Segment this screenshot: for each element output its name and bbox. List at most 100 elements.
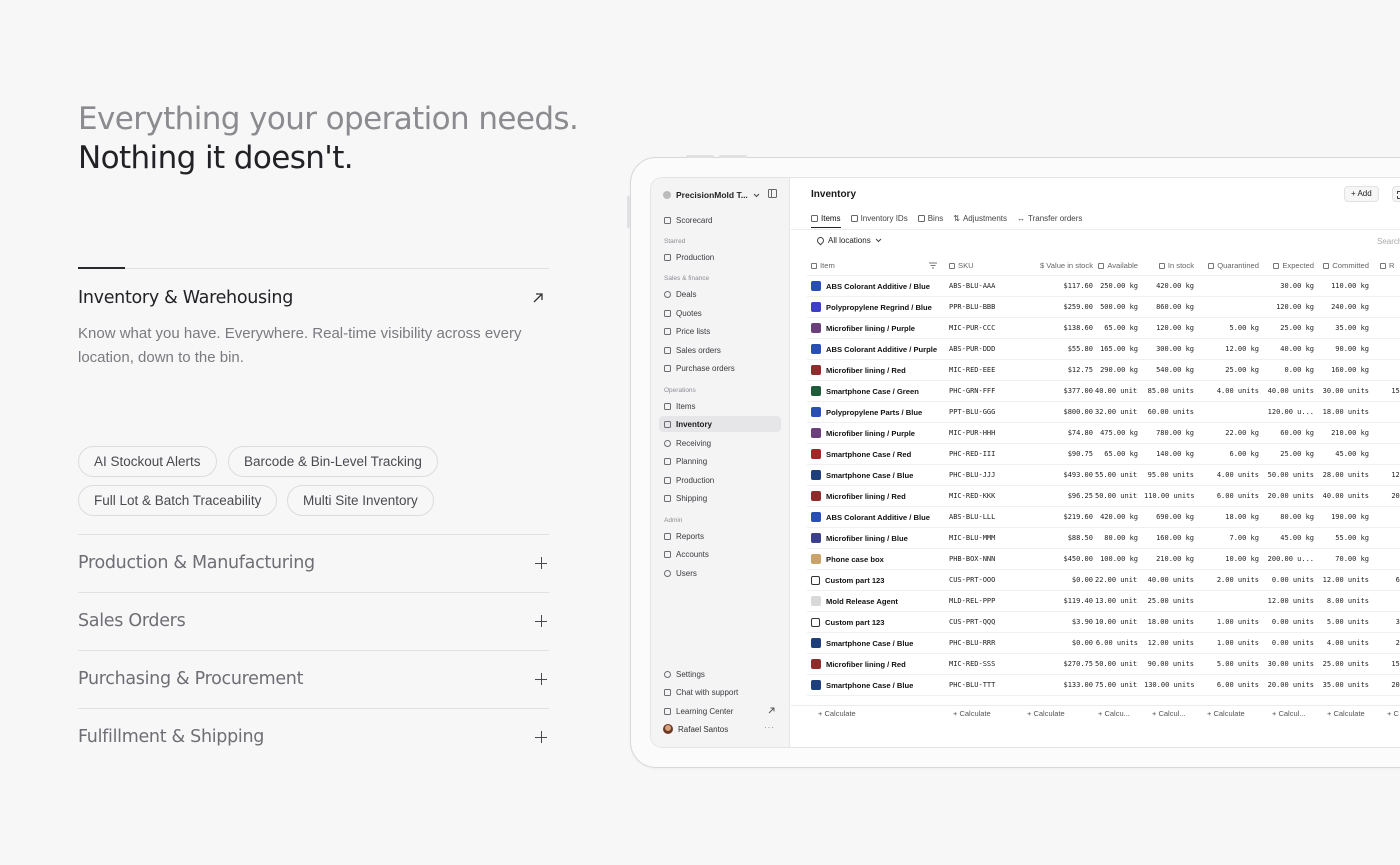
sidebar-item-learning-center[interactable]: Learning Center <box>659 703 781 719</box>
sidebar-item-quotes[interactable]: Quotes <box>659 305 781 321</box>
cell-item[interactable]: Smartphone Case / Blue <box>811 675 943 696</box>
calculate-button[interactable]: + Calcul... <box>1272 709 1306 718</box>
cell-item[interactable]: Smartphone Case / Blue <box>811 633 943 654</box>
table-row[interactable]: Smartphone Case / Blue PHC-BLU-JJJ $493.00… <box>807 465 1400 486</box>
scan-icon[interactable] <box>1392 186 1400 202</box>
sidebar-item-scorecard[interactable]: Scorecard <box>659 212 781 228</box>
table-row[interactable]: Microfiber lining / Red MIC-RED-KKK $96.25… <box>807 486 1400 507</box>
tab-inventory-ids[interactable]: Inventory IDs <box>850 209 908 227</box>
add-button[interactable]: + Add <box>1344 186 1379 202</box>
table-row[interactable]: Smartphone Case / Blue PHC-BLU-RRR $0.00 6.… <box>807 633 1400 654</box>
accordion-item-production[interactable]: Production & Manufacturing <box>78 534 549 592</box>
table-row[interactable]: Mold Release Agent MLD-REL-PPP $119.40 13.0… <box>807 591 1400 612</box>
cell-item[interactable]: Smartphone Case / Red <box>811 444 943 465</box>
sidebar-item-production[interactable]: Production <box>659 472 781 488</box>
sidebar-item-inventory[interactable]: Inventory <box>659 416 781 432</box>
sidebar-item-items[interactable]: Items <box>659 398 781 414</box>
tab-bins[interactable]: Bins <box>917 209 943 227</box>
cell-item[interactable]: ABS Colorant Additive / Purple <box>811 339 943 360</box>
user-menu[interactable]: Rafael Santos ··· <box>659 721 781 737</box>
arrow-up-right-icon[interactable] <box>531 291 545 305</box>
cell-item[interactable]: Custom part 123 <box>811 570 943 591</box>
cell-item[interactable]: Microfiber lining / Red <box>811 486 943 507</box>
table-row[interactable]: Microfiber lining / Blue MIC-BLU-MMM $88.5… <box>807 528 1400 549</box>
table-row[interactable]: Custom part 123 CUS-PRT-QQQ $3.90 10.00 uni… <box>807 612 1400 633</box>
plus-icon[interactable] <box>535 557 547 569</box>
column-header-sku[interactable]: SKU <box>949 255 1019 276</box>
table-row[interactable]: Custom part 123 CUS-PRT-OOO $0.00 22.00 uni… <box>807 570 1400 591</box>
sidebar-item-reports[interactable]: Reports <box>659 528 781 544</box>
sidebar-item-receiving[interactable]: Receiving <box>659 435 781 451</box>
table-row[interactable]: Polypropylene Parts / Blue PPT-BLU-GGG $80… <box>807 402 1400 423</box>
cell-item[interactable]: Microfiber lining / Purple <box>811 423 943 444</box>
cell-item[interactable]: ABS Colorant Additive / Blue <box>811 276 943 297</box>
plus-icon[interactable] <box>535 615 547 627</box>
table-row[interactable]: Smartphone Case / Green PHC-GRN-FFF $377.0… <box>807 381 1400 402</box>
column-header-value[interactable]: $ Value in stock <box>1013 255 1093 276</box>
cell-item[interactable]: Phone case box <box>811 549 943 570</box>
cell-item[interactable]: Microfiber lining / Red <box>811 654 943 675</box>
calculate-button[interactable]: + Calculate <box>1207 709 1245 718</box>
cell-item[interactable]: Polypropylene Regrind / Blue <box>811 297 943 318</box>
sidebar-item-shipping[interactable]: Shipping <box>659 490 781 506</box>
table-row[interactable]: Microfiber lining / Purple MIC-PUR-CCC $13… <box>807 318 1400 339</box>
tag-barcode-bin-tracking[interactable]: Barcode & Bin-Level Tracking <box>228 446 438 477</box>
table-row[interactable]: Smartphone Case / Red PHC-RED-III $90.75 65… <box>807 444 1400 465</box>
cell-item[interactable]: Smartphone Case / Green <box>811 381 943 402</box>
calculate-button[interactable]: + Calcul... <box>1152 709 1186 718</box>
workspace-switcher[interactable]: PrecisionMold T... <box>663 188 760 202</box>
tab-adjustments[interactable]: ⇅ Adjustments <box>953 209 1007 227</box>
calculate-button[interactable]: + Calculate <box>818 709 856 718</box>
plus-icon[interactable] <box>535 673 547 685</box>
sidebar-item-purchase-orders[interactable]: Purchase orders <box>659 360 781 376</box>
sort-icon[interactable] <box>929 262 937 269</box>
search-input[interactable]: Search <box>1377 237 1400 246</box>
calculate-button[interactable]: + Calculate <box>1327 709 1365 718</box>
column-header-r[interactable]: R <box>1380 255 1400 276</box>
column-header-item[interactable]: Item <box>811 255 943 276</box>
accordion-item-sales-orders[interactable]: Sales Orders <box>78 592 549 650</box>
cell-item[interactable]: Mold Release Agent <box>811 591 943 612</box>
calculate-button[interactable]: + Calculate <box>953 709 991 718</box>
table-row[interactable]: ABS Colorant Additive / Blue ABS-BLU-AAA $… <box>807 276 1400 297</box>
accordion-item-inventory[interactable]: Inventory & Warehousing Know what you ha… <box>78 267 549 534</box>
sidebar-item-planning[interactable]: Planning <box>659 453 781 469</box>
cell-item[interactable]: Custom part 123 <box>811 612 943 633</box>
accordion-item-purchasing[interactable]: Purchasing & Procurement <box>78 650 549 708</box>
tag-multi-site-inventory[interactable]: Multi Site Inventory <box>287 485 434 516</box>
calculate-button[interactable]: + C <box>1387 709 1399 718</box>
column-header-available[interactable]: Available <box>1090 255 1138 276</box>
sidebar-item-accounts[interactable]: Accounts <box>659 546 781 562</box>
column-header-expected[interactable]: Expected <box>1264 255 1314 276</box>
cell-item[interactable]: Microfiber lining / Red <box>811 360 943 381</box>
cell-item[interactable]: Polypropylene Parts / Blue <box>811 402 943 423</box>
sidebar-item-price-lists[interactable]: Price lists <box>659 323 781 339</box>
cell-item[interactable]: Smartphone Case / Blue <box>811 465 943 486</box>
sidebar-toggle-icon[interactable] <box>768 189 777 198</box>
table-row[interactable]: Polypropylene Regrind / Blue PPR-BLU-BBB $… <box>807 297 1400 318</box>
sidebar-item-deals[interactable]: Deals <box>659 286 781 302</box>
table-row[interactable]: ABS Colorant Additive / Purple ABS-PUR-DD… <box>807 339 1400 360</box>
calculate-button[interactable]: + Calcu... <box>1098 709 1130 718</box>
table-row[interactable]: Smartphone Case / Blue PHC-BLU-TTT $133.00… <box>807 675 1400 696</box>
location-filter[interactable]: All locations <box>815 235 882 246</box>
sidebar-item-chat-support[interactable]: Chat with support <box>659 684 781 700</box>
tab-transfer-orders[interactable]: ↔ Transfer orders <box>1017 209 1082 227</box>
plus-icon[interactable] <box>535 731 547 743</box>
more-options-icon[interactable]: ··· <box>764 724 775 732</box>
table-row[interactable]: Microfiber lining / Purple MIC-PUR-HHH $74… <box>807 423 1400 444</box>
table-row[interactable]: Microfiber lining / Red MIC-RED-SSS $270.7… <box>807 654 1400 675</box>
cell-item[interactable]: Microfiber lining / Purple <box>811 318 943 339</box>
sidebar-item-sales-orders[interactable]: Sales orders <box>659 342 781 358</box>
cell-item[interactable]: Microfiber lining / Blue <box>811 528 943 549</box>
column-header-in-stock[interactable]: In stock <box>1144 255 1194 276</box>
table-row[interactable]: Microfiber lining / Red MIC-RED-EEE $12.75… <box>807 360 1400 381</box>
tag-ai-stockout-alerts[interactable]: AI Stockout Alerts <box>78 446 217 477</box>
table-row[interactable]: ABS Colorant Additive / Blue ABS-BLU-LLL $… <box>807 507 1400 528</box>
sidebar-item-production-starred[interactable]: Production <box>659 249 781 265</box>
sidebar-item-settings[interactable]: Settings <box>659 666 781 682</box>
sidebar-item-users[interactable]: Users <box>659 565 781 581</box>
table-row[interactable]: Phone case box PHB-BOX-NNN $450.00 100.00 k… <box>807 549 1400 570</box>
accordion-item-fulfillment[interactable]: Fulfillment & Shipping <box>78 708 549 766</box>
tag-lot-batch-traceability[interactable]: Full Lot & Batch Traceability <box>78 485 278 516</box>
